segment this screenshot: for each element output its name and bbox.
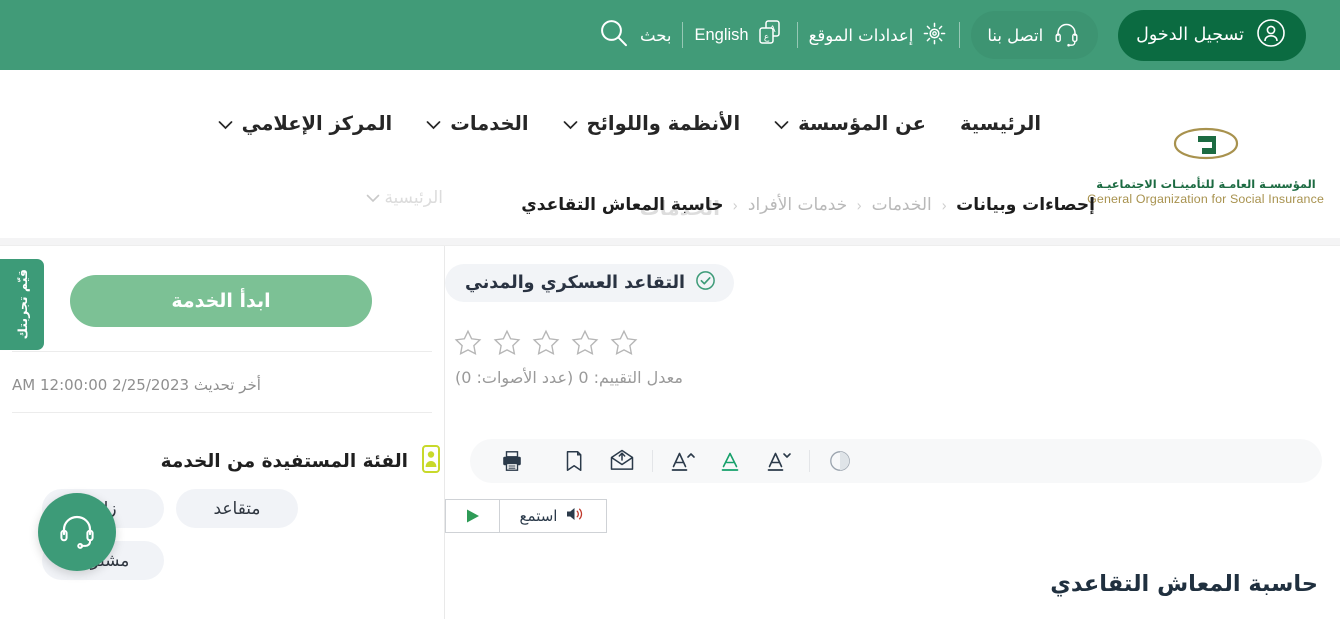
gosi-logo-mark-icon xyxy=(1088,126,1324,174)
breadcrumb-separator: ‹ xyxy=(856,195,863,215)
service-rating: معدل التقييم: 0 (عدد الأصوات: 0) xyxy=(445,302,1318,387)
font-reset-button[interactable] xyxy=(711,441,751,481)
breadcrumb-item-pension-calculator: حاسبة المعاش التقاعدي xyxy=(521,195,724,215)
contact-us-button[interactable]: اتصل بنا xyxy=(971,11,1099,59)
search-button[interactable]: بحث xyxy=(597,16,671,54)
contrast-button[interactable] xyxy=(820,441,860,481)
breadcrumb-item-services[interactable]: الخدمات xyxy=(872,195,932,215)
star-icon-5[interactable] xyxy=(609,328,639,361)
topbar-divider-2 xyxy=(796,22,798,48)
chevron-down-icon xyxy=(774,112,789,135)
page-title: حاسبة المعاش التقاعدي xyxy=(1050,571,1318,597)
font-increase-button[interactable] xyxy=(663,441,703,481)
listen-button[interactable]: استمع xyxy=(499,499,607,533)
breadcrumb-separator: ‹ xyxy=(732,195,739,215)
rating-summary-text: معدل التقييم: 0 (عدد الأصوات: 0) xyxy=(455,368,683,387)
listen-label: استمع xyxy=(519,507,558,525)
star-icon-2[interactable] xyxy=(492,328,522,361)
topbar-divider-1 xyxy=(959,22,961,48)
login-button[interactable]: تسجيل الدخول xyxy=(1118,9,1306,61)
nav-item-services[interactable]: الخدمات xyxy=(409,112,545,135)
star-icon-1[interactable] xyxy=(453,328,483,361)
breadcrumb-item-statistics[interactable]: إحصاءات وبيانات xyxy=(956,195,1095,215)
nav-label-regulations: الأنظمة واللوائح xyxy=(586,112,741,135)
main-content-column: التقاعد العسكري والمدني معدل التقييم: 0 … xyxy=(445,246,1340,619)
font-decrease-button[interactable] xyxy=(759,441,799,481)
nav-item-about[interactable]: عن المؤسسة xyxy=(757,112,943,135)
chevron-down-icon xyxy=(563,112,578,135)
service-category-badge[interactable]: التقاعد العسكري والمدني xyxy=(445,264,735,302)
content-toolbar xyxy=(470,439,1322,483)
sidebar-divider-2 xyxy=(12,412,432,413)
support-chat-button[interactable] xyxy=(38,493,116,571)
chevron-down-icon xyxy=(218,112,233,135)
nav-label-services: الخدمات xyxy=(450,112,529,135)
language-switch-button[interactable]: A ع English xyxy=(694,19,785,51)
start-service-button[interactable]: ابدأ الخدمة xyxy=(70,275,372,327)
headset-icon xyxy=(1053,20,1080,51)
nav-label-about: عن المؤسسة xyxy=(798,112,926,135)
beneficiary-category-heading: الفئة المستفيدة من الخدمة xyxy=(0,444,444,478)
play-button[interactable] xyxy=(445,499,499,533)
nav-item-media-center[interactable]: المركز الإعلامي xyxy=(201,112,410,135)
rate-experience-tab[interactable]: قيّم تجربتك xyxy=(0,259,44,350)
contact-us-label: اتصل بنا xyxy=(987,25,1044,45)
toolbar-divider-2 xyxy=(809,450,810,472)
sidebar-divider-1 xyxy=(12,351,432,352)
search-label: بحث xyxy=(640,25,672,45)
svg-text:ع: ع xyxy=(763,33,769,43)
breadcrumb: إحصاءات وبيانات ‹ الخدمات ‹ خدمات الأفرا… xyxy=(0,185,1340,225)
text-to-speech-controls: استمع xyxy=(445,499,607,533)
topbar-divider-3 xyxy=(682,22,684,48)
language-cards-icon: A ع xyxy=(756,19,786,51)
language-label: English xyxy=(694,25,749,44)
beneficiary-category-title: الفئة المستفيدة من الخدمة xyxy=(160,450,408,472)
nav-item-home[interactable]: الرئيسية xyxy=(943,112,1058,135)
breadcrumb-separator: ‹ xyxy=(941,195,947,215)
headset-icon xyxy=(55,508,99,556)
speaker-icon xyxy=(564,505,586,527)
top-utility-bar: تسجيل الدخول اتصل بنا إعدادات الموقع ع E… xyxy=(0,0,1340,70)
check-circle-icon xyxy=(695,270,716,296)
bookmark-button[interactable] xyxy=(554,441,594,481)
toolbar-divider-1 xyxy=(652,450,653,472)
chevron-down-icon xyxy=(426,112,441,135)
breadcrumb-item-individual-services[interactable]: خدمات الأفراد xyxy=(748,195,847,215)
print-button[interactable] xyxy=(492,441,532,481)
login-label: تسجيل الدخول xyxy=(1136,25,1244,45)
star-icon-4[interactable] xyxy=(570,328,600,361)
main-navigation: الرئيسية عن المؤسسة الأنظمة واللوائح الخ… xyxy=(201,112,1058,135)
star-icon-3[interactable] xyxy=(531,328,561,361)
nav-item-regulations[interactable]: الأنظمة واللوائح xyxy=(546,112,758,135)
gear-icon xyxy=(921,20,948,51)
page-body: التقاعد العسكري والمدني معدل التقييم: 0 … xyxy=(0,245,1340,619)
search-icon xyxy=(597,16,631,54)
share-button[interactable] xyxy=(602,441,642,481)
chip-retiree[interactable]: متقاعد xyxy=(176,489,298,528)
site-settings-label: إعدادات الموقع xyxy=(808,25,914,45)
rate-experience-label: قيّم تجربتك xyxy=(14,269,30,340)
star-rating-group[interactable] xyxy=(453,328,639,361)
site-settings-button[interactable]: إعدادات الموقع xyxy=(809,20,949,51)
nav-label-home: الرئيسية xyxy=(959,112,1041,135)
user-circle-icon xyxy=(1256,18,1286,52)
service-category-label: التقاعد العسكري والمدني xyxy=(465,273,686,293)
nav-label-media-center: المركز الإعلامي xyxy=(241,112,393,135)
last-updated-text: أخر تحديث 2/25/2023 12:00:00 AM xyxy=(12,376,261,394)
beneficiary-person-icon xyxy=(418,444,444,478)
